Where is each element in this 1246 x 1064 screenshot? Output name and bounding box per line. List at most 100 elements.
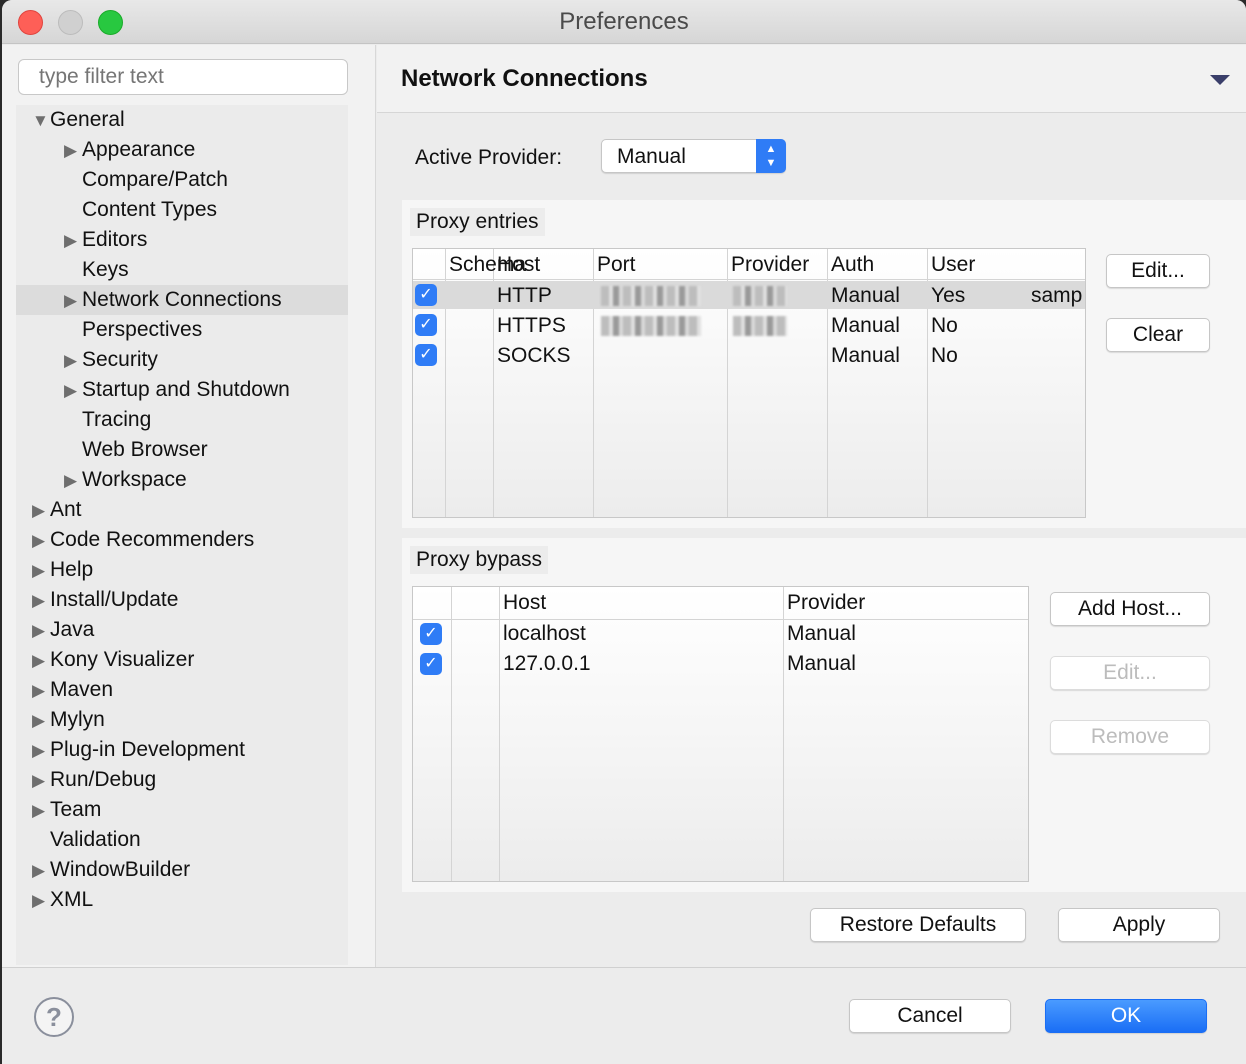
edit-host-button[interactable]: Edit... [1050,656,1210,690]
tree-item[interactable]: ▶ Maven [16,675,348,705]
tree-item[interactable]: ▶ Startup and Shutdown [16,375,348,405]
proxy-bypass-table[interactable]: Host Provider ✓ localhost Manual ✓ 127.0.0.1 Ma… [412,586,1029,882]
tree-item[interactable]: ▼General [16,105,348,135]
main-panel: Network Connections Active Provider: Man… [377,45,1246,967]
preference-tree[interactable]: ▼General ▶ Appearance Compare/Patch Content … [16,105,348,965]
tree-item[interactable]: ▶ WindowBuilder [16,855,348,885]
row-checkbox[interactable]: ✓ [420,623,442,645]
collapsed-triangle-icon[interactable]: ▶ [64,346,82,376]
tree-item-label: Keys [82,258,129,281]
tree-item-label: Startup and Shutdown [82,378,290,401]
zoom-window-button[interactable] [98,10,123,35]
collapsed-triangle-icon[interactable]: ▶ [32,886,50,916]
add-host-button[interactable]: Add Host... [1050,592,1210,626]
tree-item[interactable]: ▶ Workspace [16,465,348,495]
clear-proxy-button[interactable]: Clear [1106,318,1210,352]
collapsed-triangle-icon[interactable]: ▶ [64,226,82,256]
edit-proxy-button[interactable]: Edit... [1106,254,1210,288]
tree-item[interactable]: ▶ Run/Debug [16,765,348,795]
collapsed-triangle-icon[interactable]: ▶ [32,856,50,886]
column-header[interactable]: Auth [831,250,874,280]
tree-item[interactable]: Keys [16,255,348,285]
column-header[interactable]: User [931,250,975,280]
minimize-window-button[interactable] [58,10,83,35]
row-checkbox[interactable]: ✓ [415,344,437,366]
tree-item-label: WindowBuilder [50,858,191,881]
collapsed-triangle-icon[interactable]: ▶ [64,376,82,406]
user-cell: samp [1031,284,1083,307]
tree-item[interactable]: ▶ Code Recommenders [16,525,348,555]
collapsed-triangle-icon[interactable]: ▶ [64,286,82,316]
column-header[interactable]: Port [597,250,636,280]
column-divider [783,587,784,881]
tree-item-label: Validation [50,828,141,851]
tree-item[interactable]: ▶ Java [16,615,348,645]
tree-item[interactable]: ▶ Kony Visualizer [16,645,348,675]
column-header[interactable]: Host [503,588,546,618]
collapsed-triangle-icon[interactable]: ▶ [32,676,50,706]
sidebar: ▼General▶AppearanceCompare/PatchContent … [2,45,376,967]
column-header[interactable]: Provider [787,588,865,618]
tree-item-label: Code Recommenders [50,528,255,551]
tree-item[interactable]: ▶ Security [16,345,348,375]
help-icon[interactable]: ? [34,997,74,1037]
tree-item[interactable]: ▶ Ant [16,495,348,525]
collapsed-triangle-icon[interactable]: ▶ [32,706,50,736]
filter-input[interactable] [18,59,348,95]
collapsed-triangle-icon[interactable]: ▶ [32,646,50,676]
tree-item[interactable]: Tracing [16,405,348,435]
tree-item[interactable]: ▶ Mylyn [16,705,348,735]
dialog-footer: ? Cancel OK [2,967,1246,1064]
row-checkbox[interactable]: ✓ [420,653,442,675]
tree-item[interactable]: ▶ XML [16,885,348,915]
tree-item[interactable]: Content Types [16,195,348,225]
cancel-button[interactable]: Cancel [849,999,1011,1033]
tree-item[interactable]: ▶ Editors [16,225,348,255]
view-menu-icon[interactable] [1210,75,1230,85]
remove-host-button[interactable]: Remove [1050,720,1210,754]
proxy-entries-table[interactable]: Schema Host Port Provider Auth User ✓ HTTP Manua… [412,248,1086,518]
ok-button[interactable]: OK [1045,999,1207,1033]
tree-item-label: Plug-in Development [50,738,245,761]
close-window-button[interactable] [18,10,43,35]
tree-item-label: Workspace [82,468,187,491]
collapsed-triangle-icon[interactable]: ▶ [32,586,50,616]
tree-item[interactable]: Perspectives [16,315,348,345]
select-arrows-icon: ▲ ▼ [756,139,786,173]
collapsed-triangle-icon[interactable]: ▶ [32,736,50,766]
expanded-triangle-icon[interactable]: ▼ [32,106,50,136]
row-checkbox[interactable]: ✓ [415,284,437,306]
column-divider [451,587,452,881]
tree-item[interactable]: ▶ Plug-in Development [16,735,348,765]
provider-cell: Manual [831,344,900,367]
tree-item[interactable]: ▶ Network Connections [16,285,348,315]
apply-button[interactable]: Apply [1058,908,1220,942]
active-provider-value: Manual [617,145,686,168]
collapsed-triangle-icon[interactable]: ▶ [64,466,82,496]
collapsed-triangle-icon[interactable]: ▶ [32,496,50,526]
restore-defaults-button[interactable]: Restore Defaults [810,908,1026,942]
row-checkbox[interactable]: ✓ [415,314,437,336]
tree-item[interactable]: Validation [16,825,348,855]
collapsed-triangle-icon[interactable]: ▶ [32,616,50,646]
collapsed-triangle-icon[interactable]: ▶ [64,136,82,166]
window-title: Preferences [559,8,689,35]
tree-item[interactable]: Web Browser [16,435,348,465]
provider-cell: Manual [787,652,856,675]
active-provider-select[interactable]: Manual ▲ ▼ [601,139,786,173]
collapsed-triangle-icon[interactable]: ▶ [32,766,50,796]
column-header[interactable]: Provider [731,250,809,280]
collapsed-triangle-icon[interactable]: ▶ [32,796,50,826]
provider-cell: Manual [831,284,900,307]
collapsed-triangle-icon[interactable]: ▶ [32,526,50,556]
collapsed-triangle-icon[interactable]: ▶ [32,556,50,586]
column-header[interactable]: Host [497,250,540,280]
tree-item[interactable]: ▶ Install/Update [16,585,348,615]
tree-item[interactable]: ▶ Help [16,555,348,585]
page-header: Network Connections [377,45,1246,113]
tree-item[interactable]: ▶ Appearance [16,135,348,165]
tree-item-label: Maven [50,678,114,701]
tree-item[interactable]: ▶ Team [16,795,348,825]
tree-item-label: Team [50,798,102,821]
tree-item[interactable]: Compare/Patch [16,165,348,195]
